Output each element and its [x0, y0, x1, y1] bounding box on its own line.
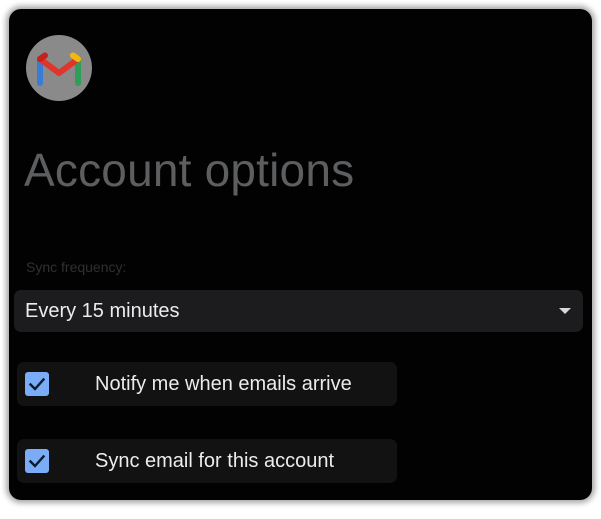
page-title: Account options — [24, 144, 355, 196]
sync-email-label: Sync email for this account — [95, 450, 334, 472]
gmail-m-icon — [37, 52, 81, 86]
account-options-window: Account options Sync frequency: Every 15… — [9, 9, 592, 500]
sync-email-checkbox[interactable] — [25, 449, 49, 473]
sync-email-option[interactable]: Sync email for this account — [17, 439, 397, 483]
sync-frequency-select[interactable]: Every 15 minutes — [14, 290, 583, 332]
sync-frequency-value: Every 15 minutes — [25, 299, 180, 322]
notify-label: Notify me when emails arrive — [95, 373, 352, 395]
notify-checkbox[interactable] — [25, 372, 49, 396]
gmail-logo-icon — [26, 35, 92, 101]
notify-option[interactable]: Notify me when emails arrive — [17, 362, 397, 406]
checkmark-icon — [28, 454, 46, 468]
sync-frequency-label: Sync frequency: — [26, 259, 127, 275]
checkmark-icon — [28, 377, 46, 391]
dropdown-arrow-icon — [559, 308, 571, 314]
